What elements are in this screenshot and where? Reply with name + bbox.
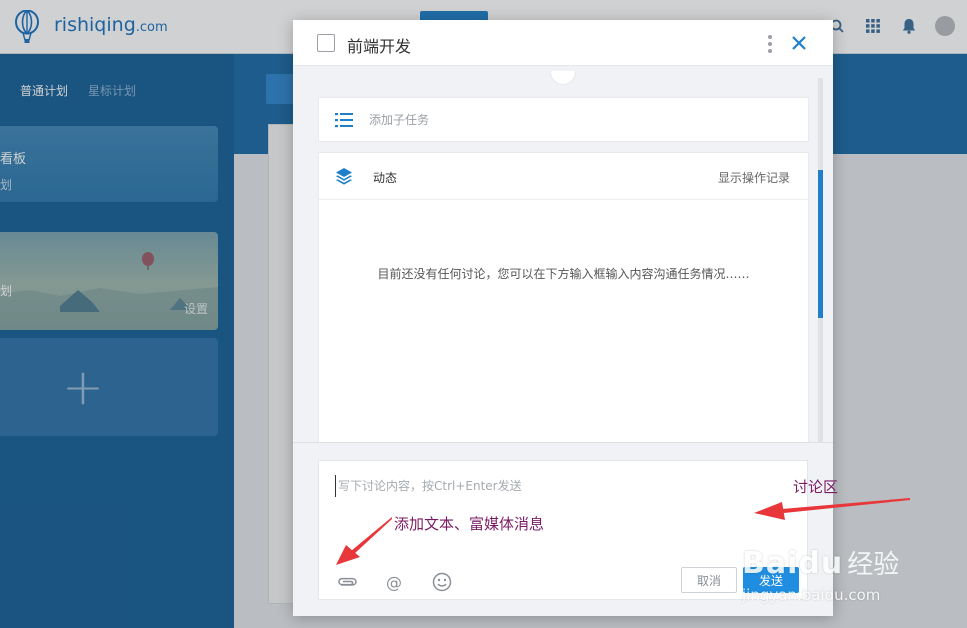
activity-panel: 动态 显示操作记录 目前还没有任何讨论，您可以在下方输入框输入内容沟通任务情况……: [318, 152, 809, 442]
watermark-brand: Baidu: [742, 546, 844, 581]
comment-input[interactable]: [335, 475, 795, 497]
collapse-handle[interactable]: [550, 71, 576, 85]
close-icon[interactable]: [789, 33, 809, 53]
empty-discussion-text: 目前还没有任何讨论，您可以在下方输入框输入内容沟通任务情况……: [377, 267, 750, 281]
watermark-url: jingyan.baidu.com: [742, 586, 881, 604]
layers-icon: [336, 168, 352, 185]
emoji-icon[interactable]: [431, 571, 453, 593]
checkbox-icon[interactable]: [317, 34, 335, 52]
arrow-to-discussion-icon: [754, 498, 910, 520]
modal-body: 添加子任务 动态 显示操作记录 目前还没有任何讨论，您可以在下方输入框输入内容沟…: [293, 66, 833, 442]
baidu-watermark: Baidu 经验: [742, 544, 899, 581]
attachment-icon[interactable]: [337, 571, 359, 593]
activity-title: 动态: [373, 171, 398, 185]
scrollbar-thumb[interactable]: [818, 170, 823, 318]
watermark-brand-cn: 经验: [847, 550, 900, 580]
modal-header: 前端开发: [293, 20, 833, 66]
activity-header: 动态 显示操作记录: [319, 153, 808, 200]
add-subtask-row[interactable]: 添加子任务: [318, 97, 809, 142]
at-icon[interactable]: @: [383, 571, 405, 593]
show-operation-log-link[interactable]: 显示操作记录: [718, 169, 790, 186]
cancel-button[interactable]: 取消: [681, 567, 737, 593]
add-subtask-label: 添加子任务: [369, 113, 430, 127]
more-dots-icon[interactable]: [767, 34, 773, 54]
list-icon: [335, 113, 353, 128]
task-title[interactable]: 前端开发: [347, 33, 411, 57]
arrow-to-attachment-icon: [336, 517, 392, 565]
annotation-add-content: 添加文本、富媒体消息: [394, 515, 545, 533]
